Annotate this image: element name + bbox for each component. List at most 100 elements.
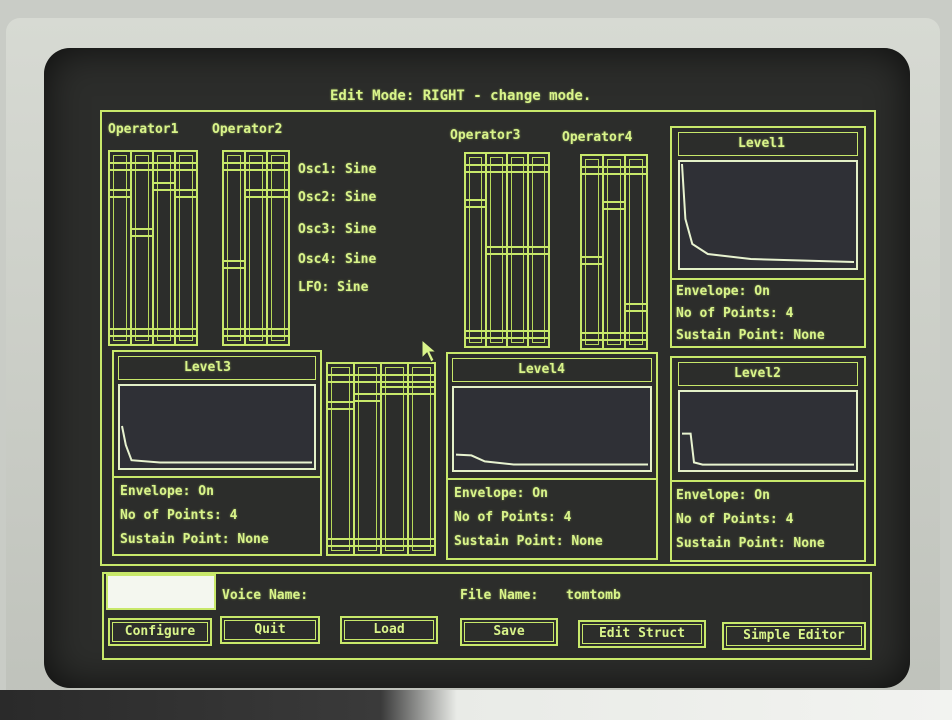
operator1-slider-thumb[interactable] bbox=[110, 189, 130, 198]
operator3-slider-bottom-cap bbox=[466, 330, 485, 339]
operator2-slider-1[interactable] bbox=[222, 150, 246, 346]
lfo-setting[interactable]: LFO: Sine bbox=[298, 280, 368, 295]
operator1-slider-thumb[interactable] bbox=[176, 189, 196, 198]
operator3-slider-bottom-cap bbox=[487, 330, 506, 339]
middle-slider-thumb[interactable] bbox=[355, 393, 380, 402]
file-name-label: File Name: bbox=[460, 588, 539, 603]
operator3-slider-3[interactable] bbox=[506, 152, 529, 348]
level4-envelope-plot[interactable] bbox=[452, 386, 652, 472]
middle-slider-thumb[interactable] bbox=[409, 386, 434, 395]
middle-slider-top-cap bbox=[355, 374, 380, 383]
operator3-slider-top-cap bbox=[508, 164, 527, 173]
middle-slider-4[interactable] bbox=[407, 362, 436, 556]
middle-slider-thumb[interactable] bbox=[328, 401, 353, 410]
level2-envelope-plot[interactable] bbox=[678, 390, 858, 472]
operator4-slider-bottom-cap bbox=[626, 332, 646, 341]
operator1-slider-track bbox=[113, 155, 127, 341]
level3-envelope-line bbox=[121, 425, 312, 464]
operator4-slider-2[interactable] bbox=[602, 154, 626, 350]
operator3-slider-thumb[interactable] bbox=[529, 246, 548, 255]
level1-title: Level1 bbox=[738, 136, 785, 151]
level3-envelope-state[interactable]: Envelope: On bbox=[120, 484, 214, 499]
file-name-value[interactable]: tomtomb bbox=[566, 588, 621, 603]
operator1-slider-bottom-cap bbox=[176, 328, 196, 337]
osc4-setting[interactable]: Osc4: Sine bbox=[298, 252, 376, 267]
operator2-slider-thumb[interactable] bbox=[268, 189, 288, 198]
operator1-slider-2[interactable] bbox=[130, 150, 154, 346]
operator4-label: Operator4 bbox=[562, 130, 633, 145]
level1-sustain-point[interactable]: Sustain Point: None bbox=[676, 328, 862, 343]
operator3-slider-4[interactable] bbox=[527, 152, 550, 348]
operator4-slider-thumb[interactable] bbox=[582, 256, 602, 265]
osc1-setting[interactable]: Osc1: Sine bbox=[298, 162, 376, 177]
middle-slider-thumb[interactable] bbox=[382, 386, 407, 395]
operator3-slider-thumb[interactable] bbox=[466, 199, 485, 208]
level1-curve-svg bbox=[681, 163, 855, 263]
operator3-label: Operator3 bbox=[450, 128, 521, 143]
operator2-slider-3[interactable] bbox=[266, 150, 290, 346]
middle-slider-top-cap bbox=[409, 374, 434, 383]
level4-panel: Level4 Envelope: On No of Points: 4 Sust… bbox=[446, 352, 658, 560]
middle-slider-3[interactable] bbox=[380, 362, 409, 556]
quit-button[interactable]: Quit bbox=[220, 616, 320, 644]
operator1-slider-4[interactable] bbox=[174, 150, 198, 346]
simple-editor-button[interactable]: Simple Editor bbox=[722, 622, 866, 650]
operator4-slider-3[interactable] bbox=[624, 154, 648, 350]
operator3-slider-track bbox=[469, 157, 482, 343]
middle-slider-bottom-cap bbox=[355, 538, 380, 547]
operator3-slider-1[interactable] bbox=[464, 152, 487, 348]
operator1-slider-thumb[interactable] bbox=[132, 228, 152, 237]
operator4-slider-bottom-cap bbox=[604, 332, 624, 341]
operator2-slider-2[interactable] bbox=[244, 150, 268, 346]
operator2-slider-track bbox=[227, 155, 241, 341]
operator3-slider-bottom-cap bbox=[508, 330, 527, 339]
middle-slider-2[interactable] bbox=[353, 362, 382, 556]
operator1-slider-1[interactable] bbox=[108, 150, 132, 346]
level3-sustain-point[interactable]: Sustain Point: None bbox=[120, 532, 269, 547]
voice-preview-box[interactable] bbox=[106, 574, 216, 610]
operator3-slider-thumb[interactable] bbox=[487, 246, 506, 255]
level1-envelope-state[interactable]: Envelope: On bbox=[676, 284, 770, 299]
operator3-slider-top-cap bbox=[487, 164, 506, 173]
level3-point-count[interactable]: No of Points: 4 bbox=[120, 508, 237, 523]
operator3-slider-thumb[interactable] bbox=[508, 246, 527, 255]
load-button[interactable]: Load bbox=[340, 616, 438, 644]
operator3-slider-2[interactable] bbox=[485, 152, 508, 348]
operator2-slider-top-cap bbox=[268, 162, 288, 171]
level4-point-count[interactable]: No of Points: 4 bbox=[454, 510, 571, 525]
operator2-slider-top-cap bbox=[246, 162, 266, 171]
middle-slider-top-cap bbox=[382, 374, 407, 383]
operator2-slider-thumb[interactable] bbox=[224, 260, 244, 269]
middle-slider-top-cap bbox=[328, 374, 353, 383]
operator4-slider-thumb[interactable] bbox=[604, 201, 624, 210]
osc2-setting[interactable]: Osc2: Sine bbox=[298, 190, 376, 205]
middle-slider-bottom-cap bbox=[382, 538, 407, 547]
level2-envelope-state[interactable]: Envelope: On bbox=[676, 488, 770, 503]
operator2-slider-bottom-cap bbox=[268, 328, 288, 337]
level4-sustain-point[interactable]: Sustain Point: None bbox=[454, 534, 603, 549]
operator4-slider-thumb[interactable] bbox=[626, 303, 646, 312]
operator1-slider-thumb[interactable] bbox=[154, 182, 174, 191]
operator1-slider-top-cap bbox=[176, 162, 196, 171]
save-button[interactable]: Save bbox=[460, 618, 558, 646]
osc3-setting[interactable]: Osc3: Sine bbox=[298, 222, 376, 237]
level2-sustain-point[interactable]: Sustain Point: None bbox=[676, 536, 862, 551]
operator1-slider-3[interactable] bbox=[152, 150, 176, 346]
middle-slider-1[interactable] bbox=[326, 362, 355, 556]
level4-envelope-line bbox=[455, 453, 648, 466]
operator4-slider-top-cap bbox=[626, 166, 646, 175]
operator2-sliders bbox=[222, 150, 290, 346]
level2-envelope-line bbox=[682, 432, 854, 466]
configure-button[interactable]: Configure bbox=[108, 618, 212, 646]
level2-point-count[interactable]: No of Points: 4 bbox=[676, 512, 793, 527]
level4-envelope-state[interactable]: Envelope: On bbox=[454, 486, 548, 501]
level1-envelope-plot[interactable] bbox=[678, 160, 858, 270]
desk-edge bbox=[0, 690, 952, 720]
operator4-slider-1[interactable] bbox=[580, 154, 604, 350]
operator2-slider-bottom-cap bbox=[224, 328, 244, 337]
edit-struct-button[interactable]: Edit Struct bbox=[578, 620, 706, 648]
operator2-slider-thumb[interactable] bbox=[246, 189, 266, 198]
level3-divider bbox=[114, 476, 320, 478]
level3-envelope-plot[interactable] bbox=[118, 384, 316, 470]
level1-point-count[interactable]: No of Points: 4 bbox=[676, 306, 793, 321]
